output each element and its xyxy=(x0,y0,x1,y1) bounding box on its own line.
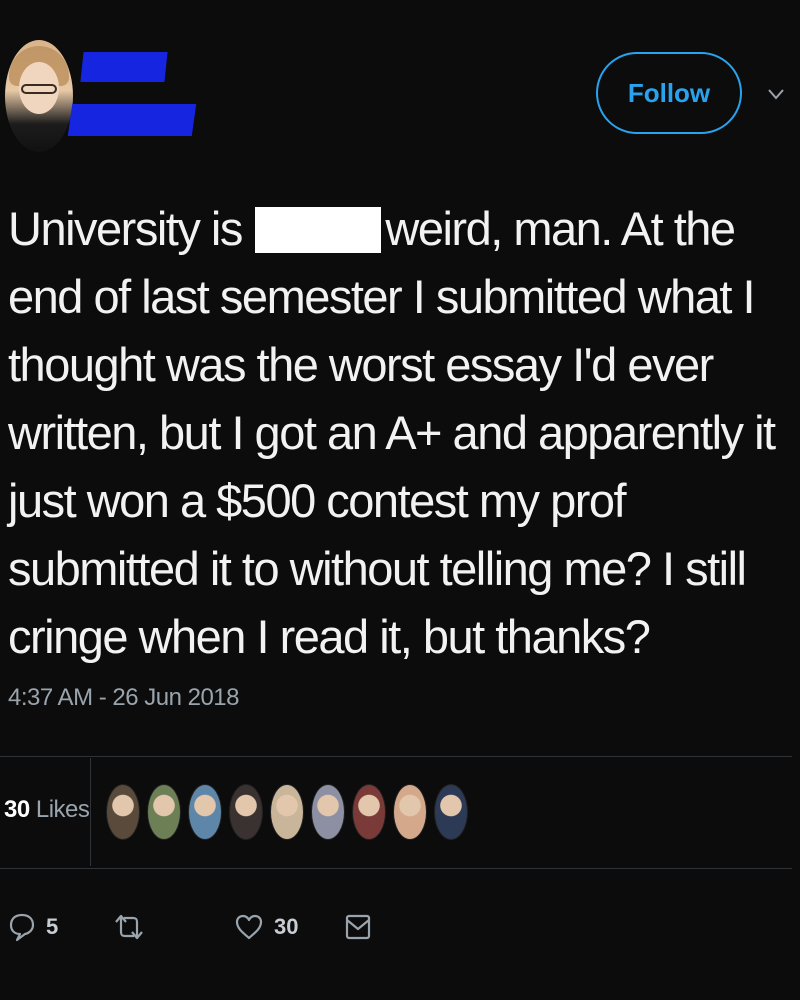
tweet-text-after: weird, man. At the end of last semester … xyxy=(8,202,776,663)
liker-avatar[interactable] xyxy=(352,784,386,840)
censored-word xyxy=(255,207,382,253)
author-avatar[interactable] xyxy=(5,40,73,152)
likes-number: 30 xyxy=(4,796,30,823)
tweet-text: University is weird, man. At the end of … xyxy=(8,195,793,671)
divider-top xyxy=(0,756,792,757)
author-name-redacted[interactable] xyxy=(80,52,168,82)
like-action[interactable]: 30 xyxy=(234,912,298,942)
liker-avatar[interactable] xyxy=(229,784,263,840)
like-count: 30 xyxy=(274,914,299,939)
tweet-text-before: University is xyxy=(8,202,243,255)
likes-count[interactable]: 30 Likes xyxy=(4,796,90,824)
liker-avatar[interactable] xyxy=(434,784,468,840)
author-handle-redacted[interactable] xyxy=(67,104,197,136)
follow-button[interactable]: Follow xyxy=(596,52,742,134)
likes-divider xyxy=(90,758,91,866)
liker-avatar[interactable] xyxy=(393,784,427,840)
tweet-header: Follow xyxy=(0,0,800,170)
liker-avatar[interactable] xyxy=(188,784,222,840)
likes-label: Likes xyxy=(35,796,90,823)
reply-count: 5 xyxy=(46,914,59,939)
tweet-actions: 5 30 xyxy=(0,900,800,960)
liker-avatar[interactable] xyxy=(106,784,140,840)
liker-avatar[interactable] xyxy=(147,784,181,840)
liker-avatar[interactable] xyxy=(311,784,345,840)
avatar-glasses xyxy=(21,84,57,94)
retweet-icon xyxy=(112,912,146,942)
reply-action[interactable]: 5 xyxy=(8,912,58,942)
heart-icon xyxy=(234,912,264,942)
tweet-timestamp[interactable]: 4:37 AM - 26 Jun 2018 xyxy=(8,684,240,712)
reply-icon xyxy=(8,912,36,942)
divider-bottom xyxy=(0,868,792,869)
chevron-down-icon[interactable] xyxy=(766,84,786,104)
direct-message-action[interactable] xyxy=(344,912,372,942)
retweet-action[interactable] xyxy=(112,912,146,942)
liker-avatar[interactable] xyxy=(270,784,304,840)
envelope-icon xyxy=(344,912,372,942)
